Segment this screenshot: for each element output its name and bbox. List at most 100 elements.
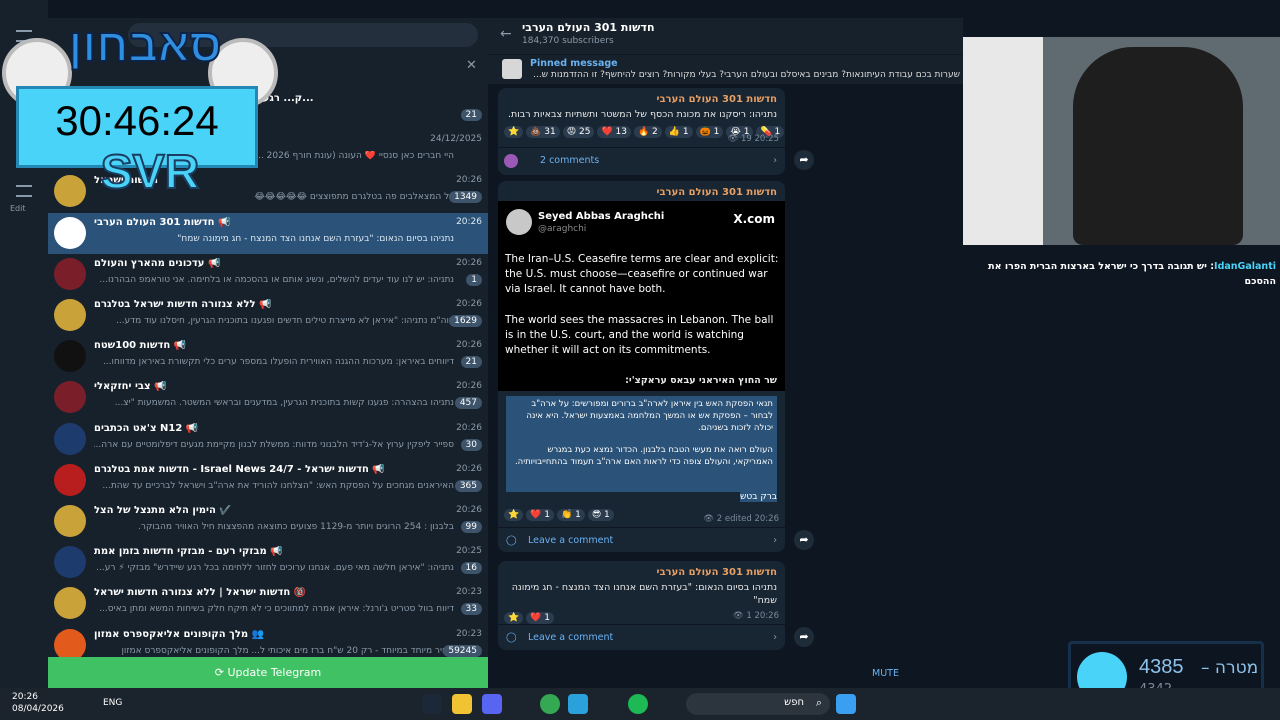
search-icon: ⌕ — [815, 696, 822, 709]
reaction-chip[interactable]: 💩 31 — [526, 126, 560, 138]
reaction-chip[interactable]: 👏 1 — [557, 509, 585, 521]
stream-tag: SVR — [100, 145, 201, 200]
chat-avatar — [54, 340, 86, 373]
update-telegram-button[interactable]: ⟳ Update Telegram — [48, 657, 488, 688]
post-meta: 👁 19 20:25 — [727, 134, 779, 144]
chat-name: חדשות 100שטח 📢 — [94, 340, 187, 352]
chat-username: IdanGalanti — [1214, 261, 1276, 272]
chat-time: 20:26 — [456, 299, 482, 309]
tweet-handle: @araghchi — [538, 224, 587, 234]
discord-icon[interactable] — [482, 694, 502, 714]
chat-name: מלך הקופונים אליאקספרס אמזון 👥 — [94, 628, 265, 640]
edit-label[interactable]: Edit — [10, 204, 26, 213]
post-meta: 👁 1 20:26 — [732, 611, 779, 621]
share-icon[interactable]: ➦ — [794, 530, 814, 550]
reaction-chip[interactable]: 👍 1 — [664, 126, 693, 138]
chat-preview: נתניהו בהצהרה: פגענו קשות בתוכנית הגרעין… — [114, 398, 454, 409]
chat-preview: נתניהו: יש לנו עוד יעדים להשלים, ונשיג א… — [99, 274, 454, 285]
post-channel-name[interactable]: חדשות 301 העולם הערבי — [498, 181, 785, 198]
chat-list-item[interactable]: צבי יחזקאלי 📢 20:26 נתניהו בהצהרה: פגענו ק… — [48, 377, 488, 418]
reaction-chip[interactable]: ⭐ — [504, 509, 524, 521]
channel-post: חדשות 301 העולם הערבי Seyed Abbas Araghc… — [498, 181, 785, 552]
chat-time: 20:23 — [456, 587, 482, 598]
chat-name: הימין הלא מתנצל של הצל ✔️ — [94, 505, 232, 516]
quote-text-2: העולם רואה את מעשי הטבח בלבנון. הכדור נמ… — [514, 445, 773, 467]
chat-time: 24/12/2025 — [430, 134, 482, 145]
reaction-chip[interactable]: ❤️ 1 — [526, 509, 555, 521]
chat-avatar — [54, 587, 86, 620]
chat-avatar — [54, 216, 86, 249]
chat-name: צבי יחזקאלי 📢 — [94, 381, 167, 393]
windows-start-icon[interactable] — [836, 694, 856, 714]
reaction-chip[interactable]: ⭐ — [504, 612, 524, 624]
clock-date[interactable]: 08/04/2026 — [12, 704, 64, 714]
chat-time: 20:25 — [456, 546, 482, 557]
chat-preview: נתניהו: "איראן חלשה מאי פעם. אנחנו ערוכי… — [96, 563, 454, 574]
chat-list-item[interactable]: חדשות 100שטח 📢 20:26 דיווחים באיראן: מערכו… — [48, 336, 488, 377]
tweet-image[interactable]: Seyed Abbas Araghchi @araghchi X.com The… — [498, 201, 785, 391]
share-icon[interactable]: ➦ — [794, 627, 814, 647]
clock-time[interactable]: 20:26 — [12, 692, 38, 702]
stream-logo: סאבחון — [68, 18, 223, 72]
unread-badge: 16 — [460, 562, 482, 575]
views-icon: 👁 — [732, 611, 747, 621]
chat-list-item[interactable]: חדשות 301 העולם הערבי 📢 20:26 נתניהו בסיום… — [48, 212, 488, 254]
pinned-message[interactable]: Pinned message שערות בכם עבודת העיתונאות… — [488, 54, 963, 84]
comments-button[interactable]: 2 comments › — [498, 147, 785, 173]
reaction-chip[interactable]: 😡 25 — [562, 126, 595, 138]
tweet-author: Seyed Abbas Araghchi — [538, 211, 665, 222]
spotify-icon[interactable] — [628, 694, 648, 714]
taskbar-search[interactable]: חפש ⌕ — [686, 693, 830, 715]
reaction-chip[interactable]: ❤️ 13 — [597, 126, 631, 138]
filter-icon[interactable] — [16, 185, 32, 197]
chat-name: חדשות ישראל | ללא צנזורה חדשות ישראל 🔞 — [94, 587, 307, 599]
unread-badge: 59245 — [443, 644, 482, 657]
chat-list-item[interactable]: עדכונים מהארץ והעולם 📢 20:26 נתניהו: יש לנ… — [48, 254, 488, 295]
reaction-chip[interactable]: 😎 1 — [587, 509, 614, 521]
chat-preview: בלבנון : 254 הרוגים ויותר מ-1129 פצועים … — [138, 522, 454, 532]
chat-list-item[interactable]: צ'אט הכתבים N12 📢 20:26 ספייר ליפקין ערוץ … — [48, 419, 488, 460]
unread-badge: 33 — [460, 603, 482, 616]
views-icon: 👁 — [703, 514, 717, 524]
pinned-text: שערות בכם עבודת העיתונאות? מבינים באיסלם… — [533, 70, 960, 80]
chat-list-item[interactable]: מבזקי רעם - מבזקי חדשות בזמן אמת 📢 20:25 נ… — [48, 542, 488, 583]
folder-icon[interactable] — [452, 694, 472, 714]
chat-name: מבזקי רעם - מבזקי חדשות בזמן אמת 📢 — [94, 546, 283, 558]
share-icon[interactable]: ➦ — [794, 150, 814, 170]
chat-avatar — [54, 257, 86, 290]
leave-comment-button[interactable]: ◯ Leave a comment › — [498, 527, 785, 553]
reaction-chip[interactable]: ❤️ 1 — [526, 612, 555, 624]
chat-preview: מחיר מיוחד במיוחד - רק 20 ש"ח ברז מים אי… — [121, 645, 454, 656]
chat-list-item[interactable]: הימין הלא מתנצל של הצל ✔️ 20:26 בלבנון : 2… — [48, 501, 488, 542]
language-indicator[interactable]: ENG — [103, 698, 122, 708]
tweet-author-avatar — [506, 209, 532, 235]
chat-preview: נתניהו בסיום הנאום: "בעזרת השם אנחנו הצד… — [177, 233, 454, 244]
mute-button[interactable]: MUTE — [872, 668, 899, 679]
unread-badge: 1 — [466, 273, 482, 286]
chat-list-item[interactable]: ללא צנזורה חדשות ישראל בטלגרם 📢 20:26 רוה"… — [48, 295, 488, 336]
steam-icon[interactable] — [422, 694, 442, 714]
post-channel-name[interactable]: חדשות 301 העולם הערבי — [498, 88, 785, 105]
reaction-chip[interactable]: 🎃 1 — [695, 126, 724, 138]
reaction-chip[interactable]: ⭐ — [504, 126, 524, 138]
channel-title[interactable]: חדשות 301 העולם הערבי — [522, 21, 655, 34]
reaction-chip[interactable]: 🔥 2 — [633, 126, 662, 138]
chat-list-item[interactable]: חדשות ישראל | ללא צנזורה חדשות ישראל 🔞 20… — [48, 583, 488, 624]
post-signature: ברק בטש — [740, 492, 777, 502]
chat-preview: דיווח בוול סטריט ג'ורנל: איראן אמרה למתו… — [99, 604, 454, 615]
chat-preview: דיווחים באיראן: מערכות ההגנה האווירית הו… — [102, 357, 454, 368]
chat-avatar — [54, 505, 86, 537]
chat-time: 20:26 — [456, 175, 482, 186]
chat-time: 20:26 — [456, 463, 482, 474]
post-text: נתניהו: ריסקנו את מכונת הכסף של המשטר ות… — [507, 109, 777, 120]
unread-badge: 21 — [460, 109, 482, 121]
subscriber-count: 184,370 subscribers — [522, 36, 614, 46]
chrome-icon[interactable] — [540, 694, 560, 714]
back-arrow-icon[interactable]: ← — [500, 26, 512, 42]
chat-list-item[interactable]: חדשות אמת בטלגרם - Israel News 24/7 - חד… — [48, 460, 488, 501]
post-channel-name[interactable]: חדשות 301 העולם הערבי — [498, 561, 785, 578]
chat-preview: האיראנים מגחכים על הפסקת האש: "הצלחנו לה… — [102, 480, 454, 491]
leave-comment-button[interactable]: ◯ Leave a comment › — [498, 624, 785, 650]
close-icon[interactable]: ✕ — [466, 58, 477, 73]
telegram-icon[interactable] — [568, 694, 588, 714]
